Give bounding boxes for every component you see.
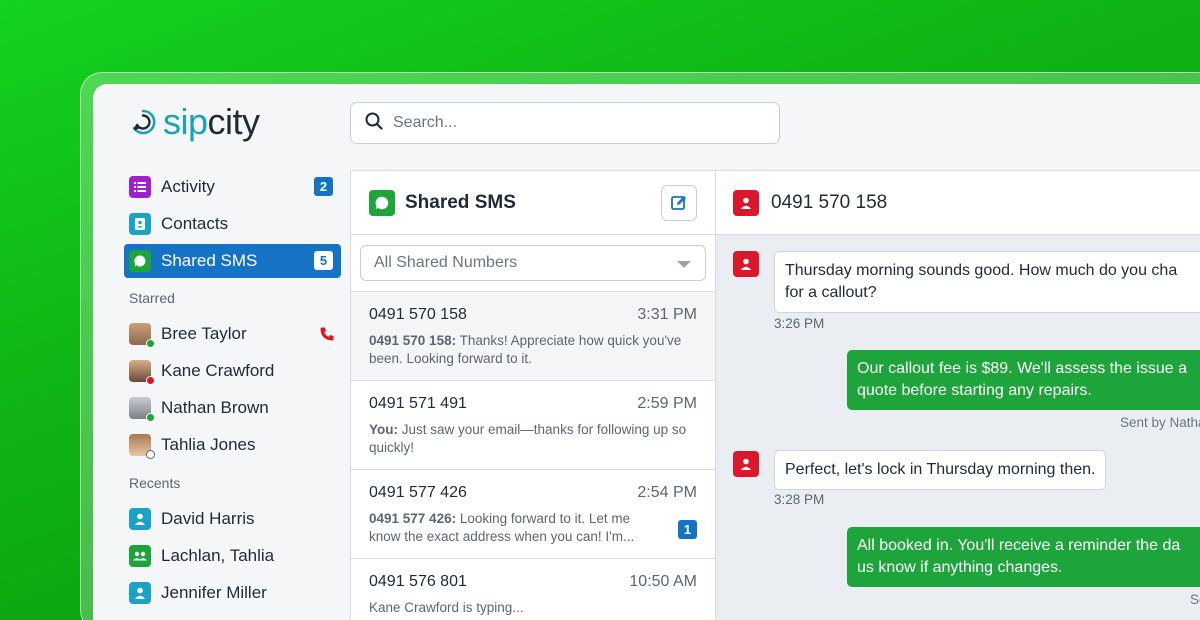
- contact-name: David Harris: [161, 509, 255, 528]
- incoming-message: Perfect, let's lock in Thursday morning …: [774, 450, 1107, 490]
- contact-name: Kane Crawford: [161, 361, 275, 380]
- outgoing-message: Our callout fee is $89. We'll assess the…: [847, 350, 1200, 410]
- conversation-item[interactable]: 0491 570 158 3:31 PM 0491 570 158: Thank…: [351, 291, 715, 380]
- contact-name: Bree Taylor: [161, 324, 247, 343]
- filter-selected-value: All Shared Numbers: [374, 254, 518, 271]
- logo-wordmark: sipcity: [163, 101, 260, 142]
- shared-numbers-filter-dropdown[interactable]: All Shared Numbers: [360, 245, 706, 281]
- conversation-list-panel: Shared SMS All Shared Numbers 0491 570 1…: [350, 170, 716, 620]
- person-icon: [129, 582, 151, 604]
- list-icon: [129, 176, 151, 198]
- conversation-time: 2:59 PM: [637, 395, 697, 412]
- conversation-preview: 0491 570 158: Thanks! Appreciate how qui…: [369, 333, 682, 366]
- person-icon: [129, 508, 151, 530]
- search-box[interactable]: [350, 102, 780, 144]
- compose-icon: [671, 196, 686, 210]
- recent-group-lachlan-tahlia[interactable]: Lachlan, Tahlia: [124, 539, 341, 573]
- message-sent-by: Sent by you • De: [1190, 592, 1200, 607]
- search-icon: [365, 112, 383, 135]
- chat-panel: 0491 570 158 Thursday morning sounds goo…: [716, 170, 1200, 620]
- contact-name: Jennifer Miller: [161, 583, 267, 602]
- sidebar-item-label: Contacts: [161, 214, 229, 233]
- chat-bubble-icon: [129, 250, 151, 272]
- conversation-list-header: Shared SMS: [351, 171, 715, 235]
- message-timestamp: 3:28 PM: [774, 492, 825, 507]
- sidebar-item-shared-sms[interactable]: Shared SMS 5: [124, 244, 341, 278]
- incoming-message: Thursday morning sounds good. How much d…: [774, 251, 1200, 313]
- shared-sms-count-badge: 5: [314, 251, 333, 270]
- message-timestamp: 3:26 PM: [774, 316, 825, 331]
- starred-section-title: Starred: [129, 290, 175, 306]
- avatar: [129, 397, 155, 422]
- group-icon: [129, 545, 151, 567]
- recents-section-title: Recents: [129, 475, 181, 491]
- sidebar-item-label: Activity: [161, 177, 215, 196]
- contact-person-icon: [733, 189, 759, 216]
- recent-contact-jennifer-miller[interactable]: Jennifer Miller: [124, 576, 341, 610]
- chat-title: 0491 570 158: [771, 191, 888, 213]
- outgoing-message: All booked in. You'll receive a reminder…: [847, 527, 1200, 587]
- contact-person-icon: [733, 251, 759, 277]
- conversation-preview: You: Just saw your email—thanks for foll…: [369, 422, 687, 455]
- presence-busy-dot: [146, 376, 155, 385]
- sidebar-item-label: Shared SMS: [161, 251, 258, 270]
- presence-online-dot: [146, 413, 155, 422]
- conversation-item[interactable]: 0491 576 801 10:50 AM Kane Crawford is t…: [351, 558, 715, 620]
- app-window: sipcity Activity 2 Contacts Shared SMS 5…: [93, 84, 1200, 620]
- unread-count-badge: 1: [678, 520, 697, 539]
- conversation-item[interactable]: 0491 571 491 2:59 PM You: Just saw your …: [351, 380, 715, 469]
- starred-contact-nathan-brown[interactable]: Nathan Brown: [124, 391, 341, 425]
- chat-header: 0491 570 158: [716, 171, 1200, 235]
- chevron-down-icon: [677, 261, 691, 268]
- contact-name: Lachlan, Tahlia: [161, 546, 275, 565]
- conversation-item[interactable]: 0491 577 426 2:54 PM 0491 577 426: Looki…: [351, 469, 715, 558]
- starred-contact-kane-crawford[interactable]: Kane Crawford: [124, 354, 341, 388]
- avatar: [129, 360, 155, 385]
- sidebar-item-activity[interactable]: Activity 2: [124, 170, 341, 204]
- compose-button[interactable]: [661, 185, 697, 221]
- conversation-preview: 0491 577 426: Looking forward to it. Let…: [369, 511, 635, 544]
- starred-contact-bree-taylor[interactable]: Bree Taylor: [124, 317, 341, 351]
- logo-chat-icon: [129, 108, 157, 136]
- active-call-phone-icon[interactable]: [319, 326, 335, 347]
- typing-indicator-text: Kane Crawford is typing...: [369, 600, 524, 615]
- contact-person-icon: [733, 451, 759, 477]
- contact-name: Nathan Brown: [161, 398, 269, 417]
- contact-card-icon: [129, 213, 151, 235]
- search-input[interactable]: [393, 114, 753, 132]
- contact-name: Tahlia Jones: [161, 435, 256, 454]
- chat-bubble-icon: [369, 189, 395, 216]
- conversation-time: 3:31 PM: [637, 306, 697, 323]
- sidebar-item-contacts[interactable]: Contacts: [124, 207, 341, 241]
- presence-offline-dot: [146, 450, 155, 459]
- message-thread: Thursday morning sounds good. How much d…: [716, 235, 1200, 620]
- panel-title: Shared SMS: [405, 191, 516, 213]
- message-sent-by: Sent by Nathan Brown • De: [1120, 415, 1200, 430]
- sipcity-logo[interactable]: sipcity: [129, 104, 260, 140]
- avatar: [129, 323, 155, 348]
- recent-contact-david-harris[interactable]: David Harris: [124, 502, 341, 536]
- conversation-time: 10:50 AM: [629, 573, 697, 590]
- avatar: [129, 434, 155, 459]
- starred-contact-tahlia-jones[interactable]: Tahlia Jones: [124, 428, 341, 462]
- conversation-time: 2:54 PM: [637, 484, 697, 501]
- activity-count-badge: 2: [314, 177, 333, 196]
- presence-online-dot: [146, 339, 155, 348]
